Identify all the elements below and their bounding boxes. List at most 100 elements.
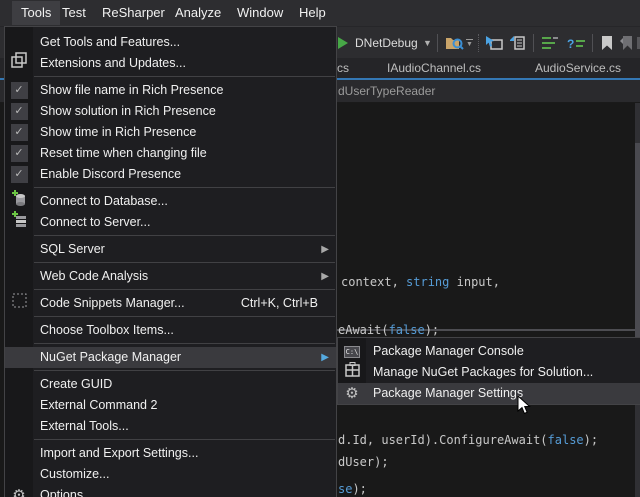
- menu-item-package-manager-console[interactable]: C:\Package Manager Console: [338, 341, 640, 362]
- submenu-arrow-icon: ▶: [321, 347, 329, 368]
- play-icon[interactable]: [337, 27, 349, 59]
- menu-item-gutter: [338, 362, 366, 383]
- menu-item-package-manager-settings[interactable]: ⚙ Package Manager Settings: [338, 383, 640, 404]
- indent-lines-icon[interactable]: [541, 27, 559, 59]
- menu-item-enable-discord-presence[interactable]: ✓ Enable Discord Presence: [5, 164, 336, 185]
- menu-item-web-code-analysis[interactable]: Web Code Analysis▶: [5, 266, 336, 287]
- menu-item-label: Enable Discord Presence: [40, 164, 181, 185]
- server-add-icon: [11, 211, 27, 234]
- menubar-item-test[interactable]: Test: [53, 1, 95, 25]
- code-keyword: false: [389, 323, 425, 337]
- code-line: d.Id, userId).ConfigureAwait(false);: [338, 432, 598, 448]
- code-line: dUser);: [338, 454, 389, 470]
- menu-item-label: Import and Export Settings...: [40, 443, 198, 464]
- database-add-icon: [11, 190, 27, 213]
- toolbar-separator: [533, 34, 534, 52]
- document-tab-cs[interactable]: cs: [337, 58, 349, 78]
- code-text: );: [425, 323, 439, 337]
- bookmark-clipped-icon[interactable]: [636, 27, 640, 59]
- code-keyword: string: [406, 275, 449, 289]
- menu-item-label: Code Snippets Manager...: [40, 293, 185, 314]
- menu-item-import-and-export-settings[interactable]: Import and Export Settings...: [5, 443, 336, 464]
- bookmark-icon[interactable]: [600, 27, 614, 59]
- menu-item-sql-server[interactable]: SQL Server ▶: [5, 239, 336, 260]
- breadcrumb-type-name: dUserTypeReader: [338, 84, 435, 98]
- run-config-selector[interactable]: DNetDebug: [355, 27, 418, 59]
- menu-item-extensions-and-updates[interactable]: Extensions and Updates...: [5, 53, 336, 74]
- menu-item-label: SQL Server: [40, 239, 105, 260]
- menu-item-get-tools-and-features[interactable]: Get Tools and Features...: [5, 32, 336, 53]
- submenu-arrow-icon: ▶: [321, 239, 329, 260]
- folder-search-icon[interactable]: [445, 27, 464, 59]
- code-text: dUser);: [338, 455, 389, 469]
- menu-item-manage-nuget-packages-for-solution[interactable]: Manage NuGet Packages for Solution...: [338, 362, 640, 383]
- editor-vertical-scrollbar[interactable]: [635, 103, 640, 497]
- menu-item-show-solution-in-rich-presence[interactable]: ✓Show solution in Rich Presence: [5, 101, 336, 122]
- menu-item-code-snippets-manager[interactable]: Code Snippets Manager...Ctrl+K, Ctrl+B: [5, 293, 336, 314]
- document-tab-iaudiochannel-cs[interactable]: IAudioChannel.cs: [387, 58, 481, 78]
- code-line: se);: [338, 481, 367, 497]
- menu-item-gutter: [5, 395, 33, 416]
- toolbar-separator: [478, 34, 479, 52]
- menu-item-connect-to-database[interactable]: Connect to Database...: [5, 191, 336, 212]
- menu-item-label: Options...: [40, 485, 94, 497]
- menu-item-label: External Tools...: [40, 416, 129, 437]
- menu-item-choose-toolbox-items[interactable]: Choose Toolbox Items...: [5, 320, 336, 341]
- menu-item-customize[interactable]: Customize...: [5, 464, 336, 485]
- menu-item-gutter: [5, 347, 33, 368]
- config-dropdown-caret-icon[interactable]: ▼: [423, 27, 432, 59]
- nuget-submenu-popup: C:\Package Manager ConsoleManage NuGet P…: [337, 337, 640, 405]
- menu-separator: [34, 370, 335, 371]
- copy-document-icon[interactable]: [508, 27, 526, 59]
- menu-item-gutter: ✓: [5, 143, 33, 164]
- menubar-item-help[interactable]: Help: [290, 1, 335, 25]
- menu-separator: [34, 343, 335, 344]
- menu-item-gutter: [5, 464, 33, 485]
- menu-item-label: Show file name in Rich Presence: [40, 80, 223, 101]
- menubar-item-analyze[interactable]: Analyze: [166, 1, 230, 25]
- code-text: );: [352, 482, 366, 496]
- code-text: input,: [449, 275, 500, 289]
- extensions-icon: [11, 52, 27, 75]
- menu-item-reset-time-when-changing-file[interactable]: ✓ Reset time when changing file: [5, 143, 336, 164]
- menu-separator: [34, 262, 335, 263]
- pointer-frame-icon[interactable]: [485, 27, 503, 59]
- tools-menu-popup: Get Tools and Features...Extensions and …: [4, 26, 337, 497]
- menu-item-gutter: ✓: [5, 164, 33, 185]
- comment-question-icon[interactable]: ?: [566, 27, 586, 59]
- menu-item-gutter: [5, 239, 33, 260]
- bookmark-previous-icon[interactable]: [619, 27, 633, 59]
- menu-item-label: Package Manager Settings: [373, 383, 523, 404]
- mouse-cursor: [517, 395, 531, 420]
- menubar-item-resharper[interactable]: ReSharper: [93, 1, 174, 25]
- gear-icon: ⚙: [345, 386, 358, 401]
- document-tab-audioservice-cs[interactable]: AudioService.cs: [535, 58, 621, 78]
- menu-item-create-guid[interactable]: Create GUID: [5, 374, 336, 395]
- menu-separator: [34, 316, 335, 317]
- menu-separator: [34, 289, 335, 290]
- menu-item-label: Reset time when changing file: [40, 143, 207, 164]
- checkmark-icon: ✓: [11, 124, 28, 141]
- gear-icon: ⚙: [12, 488, 25, 497]
- menubar-item-window[interactable]: Window: [228, 1, 292, 25]
- menu-bar: ToolsTestReSharperAnalyzeWindowHelp: [0, 0, 640, 26]
- folder-search-caret-icon[interactable]: ▼: [466, 27, 473, 59]
- menu-item-connect-to-server[interactable]: Connect to Server...: [5, 212, 336, 233]
- submenu-arrow-icon: ▶: [321, 266, 329, 287]
- menu-item-gutter: ✓: [5, 80, 33, 101]
- code-keyword: se: [338, 482, 352, 496]
- menu-item-external-tools[interactable]: External Tools...: [5, 416, 336, 437]
- code-keyword: false: [548, 433, 584, 447]
- menu-item-gutter: [5, 443, 33, 464]
- menu-separator: [34, 76, 335, 77]
- checkmark-icon: ✓: [11, 103, 28, 120]
- menu-item-gutter: ⚙: [5, 485, 33, 497]
- menu-item-options[interactable]: ⚙ Options...: [5, 485, 336, 497]
- nuget-package-icon: [345, 362, 360, 384]
- menu-item-show-file-name-in-rich-presence[interactable]: ✓ Show file name in Rich Presence: [5, 80, 336, 101]
- menu-item-external-command-2[interactable]: External Command 2: [5, 395, 336, 416]
- menu-item-nuget-package-manager[interactable]: NuGet Package Manager▶: [5, 347, 336, 368]
- menu-item-gutter: ✓: [5, 101, 33, 122]
- menu-item-show-time-in-rich-presence[interactable]: ✓Show time in Rich Presence: [5, 122, 336, 143]
- toolbar-separator: [437, 34, 438, 52]
